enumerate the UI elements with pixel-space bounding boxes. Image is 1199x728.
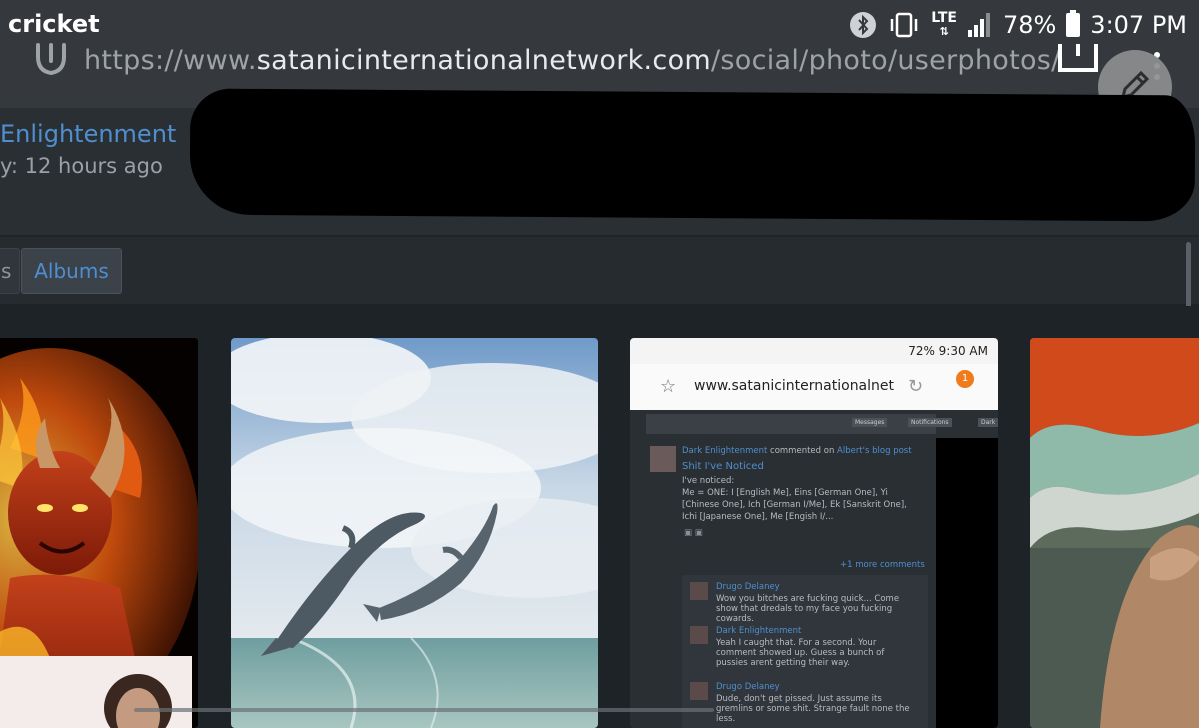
address-bar[interactable]: https://www.satanicinternationalnetwork.… — [34, 40, 1061, 80]
photo-thumbnail-demon[interactable] — [0, 338, 198, 728]
tab-albums[interactable]: Albums — [21, 248, 122, 294]
ss-post-author: Dark Enlightenment — [682, 446, 768, 456]
redaction-mark — [189, 88, 1196, 222]
ss-badge: 1 — [956, 370, 974, 388]
ss-comment-2-text: Yeah I caught that. For a second. Your c… — [716, 638, 885, 668]
battery-icon — [1066, 10, 1081, 37]
ss-post-body-4: Ichi [Japanese One], Me [Engish I/... — [682, 512, 834, 522]
bluetooth-icon — [849, 11, 877, 39]
status-icons: LTE ⇅ 78% 3:07 PM — [849, 8, 1187, 42]
carrier-label: cricket — [8, 10, 100, 38]
ss-post-action: commented on — [770, 446, 835, 456]
ss-url-bar: ☆ www.satanicinternationalnet ↻ 1 — [630, 364, 998, 410]
ss-post-body-1: I've noticed: — [682, 476, 735, 486]
ss-notifications-button: Notifications — [908, 418, 952, 427]
profile-last-active: y: 12 hours ago — [0, 154, 163, 178]
ss-post-target: Albert's blog post — [837, 446, 912, 456]
ss-comment-1-author: Drugo Delaney — [716, 582, 780, 592]
ss-comment-2-author: Dark Enlightenment — [716, 626, 802, 636]
photo-nav-tabs: s Albums — [0, 237, 1199, 305]
ss-post-title: Shit I've Noticed — [682, 461, 764, 472]
photo-grid: 72% 9:30 AM ☆ www.satanicinternationalne… — [0, 306, 1199, 728]
star-icon: ☆ — [660, 376, 677, 397]
ss-post-body-2: Me = ONE: I [English Me], Eins [German O… — [682, 488, 888, 498]
ss-body: Messages Notifications Dark Dark Enlight… — [630, 410, 998, 728]
ss-comment-1-text: Wow you bitches are fucking quick... Com… — [716, 594, 900, 624]
photo-thumbnail-knit[interactable] — [1030, 338, 1199, 728]
clock: 3:07 PM — [1090, 11, 1187, 39]
tabs-icon[interactable] — [1058, 42, 1098, 74]
network-label: LTE — [931, 10, 957, 26]
lte-icon: LTE ⇅ — [931, 10, 957, 38]
ss-comment-3-author: Drugo Delaney — [716, 682, 780, 692]
ss-more-comments: +1 more comments — [840, 560, 925, 570]
photo-thumbnail-screenshot[interactable]: 72% 9:30 AM ☆ www.satanicinternationalne… — [630, 338, 998, 728]
profile-name-link[interactable]: Enlightenment — [0, 120, 176, 148]
ss-dark-button: Dark — [978, 418, 998, 427]
ss-status-bar: 72% 9:30 AM — [630, 338, 998, 364]
reload-icon: ↻ — [908, 376, 924, 397]
ss-messages-button: Messages — [852, 418, 888, 427]
tab-photos[interactable]: s — [0, 248, 20, 294]
url-text[interactable]: https://www.satanicinternationalnetwork.… — [84, 45, 1061, 76]
shield-icon[interactable] — [34, 41, 68, 79]
signal-icon — [967, 12, 993, 38]
url-scheme: https://www. — [84, 44, 257, 76]
ss-post-body-3: [Chinese One], Ich [German I/Me], Ek [Sa… — [682, 500, 907, 510]
battery-percent: 78% — [1002, 11, 1057, 39]
vibrate-icon — [887, 11, 921, 39]
photo-thumbnail-dolphins[interactable] — [231, 338, 598, 728]
horizontal-scrollbar[interactable] — [134, 708, 714, 712]
url-domain: satanicinternationalnetwork.com — [256, 44, 711, 76]
ss-url-text: www.satanicinternationalnet — [694, 378, 895, 394]
url-path: /social/photo/userphotos/ — [711, 44, 1061, 76]
